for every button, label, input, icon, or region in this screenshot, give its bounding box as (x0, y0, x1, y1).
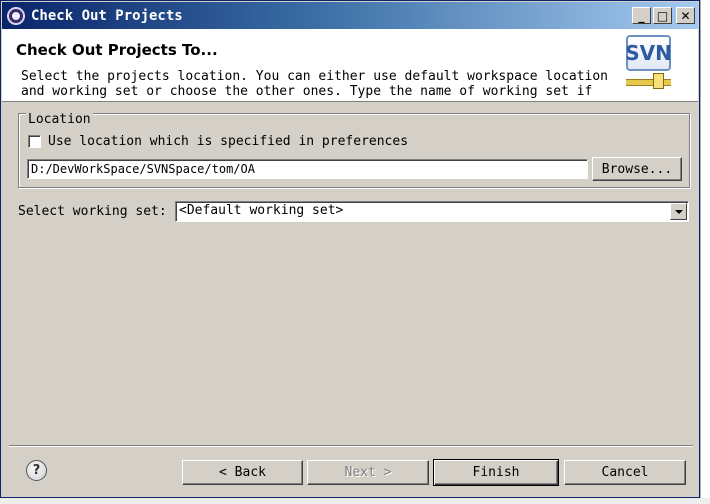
checkout-dialog: Check Out Projects _ □ ✕ Check Out Proje… (0, 0, 700, 498)
cancel-button[interactable]: Cancel (564, 460, 686, 485)
use-preferences-label: Use location which is specified in prefe… (48, 134, 409, 149)
svn-logo-text: SVN (625, 35, 672, 71)
working-set-label: Select working set: (18, 204, 167, 219)
location-group-label: Location (26, 112, 93, 127)
footer-separator (9, 445, 693, 447)
back-button[interactable]: < Back (182, 460, 303, 485)
use-preferences-checkbox[interactable] (28, 135, 41, 148)
svn-logo-knob (653, 73, 664, 89)
eclipse-app-icon (7, 6, 25, 25)
background-window-edge (700, 0, 710, 504)
browse-button[interactable]: Browse... (592, 157, 682, 181)
background-taskbar-strip (0, 498, 710, 504)
maximize-button[interactable]: □ (653, 7, 672, 24)
svn-logo-icon: SVN (625, 35, 672, 91)
window-controls: _ □ ✕ (632, 7, 695, 24)
svn-logo-bar (626, 79, 671, 86)
use-preferences-row[interactable]: Use location which is specified in prefe… (28, 134, 408, 149)
window-title: Check Out Projects (31, 7, 183, 24)
chevron-down-icon (674, 209, 683, 214)
location-group: Location Use location which is specified… (18, 113, 690, 188)
working-set-select[interactable]: <Default working set> (175, 201, 689, 222)
dropdown-arrow-button[interactable] (670, 203, 687, 220)
help-icon[interactable]: ? (26, 460, 47, 481)
next-button[interactable]: Next > (307, 460, 429, 485)
working-set-value: <Default working set> (179, 203, 344, 218)
title-bar[interactable]: Check Out Projects _ □ ✕ (2, 2, 698, 29)
close-button[interactable]: ✕ (676, 7, 695, 24)
minimize-button[interactable]: _ (632, 7, 651, 24)
wizard-header: Check Out Projects To... Select the proj… (2, 29, 698, 102)
page-description: Select the projects location. You can ei… (21, 69, 608, 99)
location-path-input[interactable] (27, 159, 588, 179)
finish-button[interactable]: Finish (433, 459, 559, 486)
page-title: Check Out Projects To... (16, 41, 218, 59)
